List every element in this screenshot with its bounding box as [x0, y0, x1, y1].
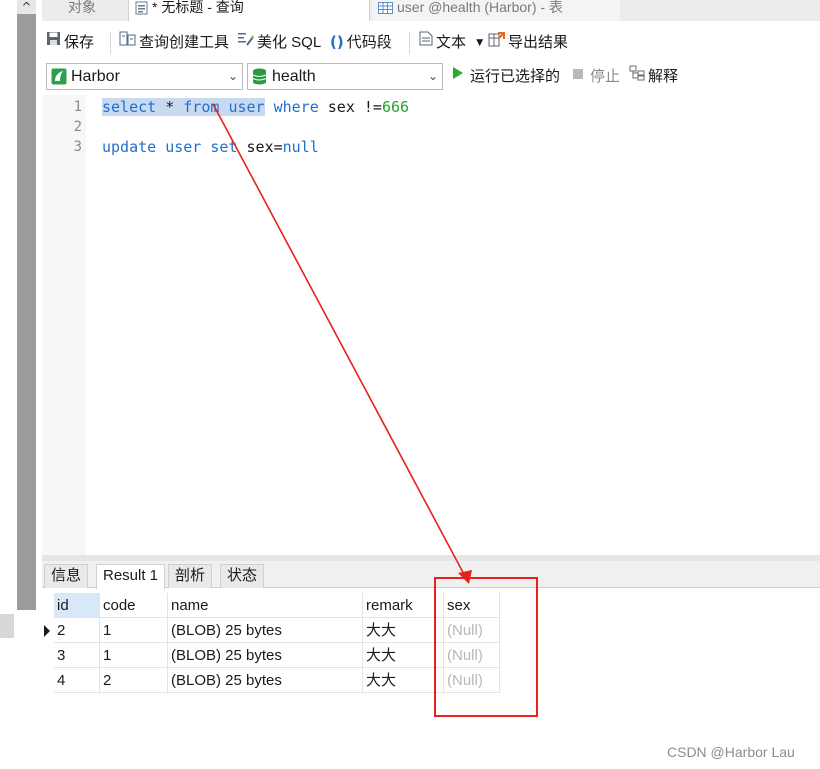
cell-sex[interactable]: (Null) [444, 643, 500, 668]
selected-text: select * from user [102, 98, 265, 116]
beautify-icon [237, 31, 254, 53]
cell-id[interactable]: 4 [54, 668, 100, 693]
watermark: CSDN @Harbor Lau [667, 744, 795, 760]
cell-remark[interactable]: 大大 [363, 643, 444, 668]
database-icon [252, 68, 267, 93]
line-number: 1 [73, 99, 82, 115]
stop-icon [572, 66, 584, 86]
tab-profile[interactable]: 剖析 [168, 564, 213, 588]
chevron-down-icon[interactable]: ⌄ [428, 64, 438, 89]
cell-code[interactable]: 1 [100, 643, 168, 668]
dropdown-caret-icon[interactable]: ▼ [476, 38, 483, 48]
cell-sex[interactable]: (Null) [444, 668, 500, 693]
line-number: 3 [73, 139, 82, 155]
toolbar: 保存 查询创建工具 美化 SQL () 代码段 文本 ▼ 导出结果 [42, 21, 820, 61]
left-panel-edge [0, 0, 17, 769]
tab-label: user @health (Harbor) - 表 [397, 0, 563, 15]
column-header-id[interactable]: id [54, 593, 100, 618]
save-button[interactable]: 保存 [46, 31, 94, 53]
tab-objects[interactable]: 对象 [42, 0, 126, 21]
cell-name[interactable]: (BLOB) 25 bytes [168, 618, 363, 643]
tab-label: 对象 [68, 0, 96, 15]
column-header-remark[interactable]: remark [363, 593, 444, 618]
cell-code[interactable]: 1 [100, 618, 168, 643]
column-header-sex[interactable]: sex [444, 593, 500, 618]
line-number: 2 [73, 119, 82, 135]
tab-query[interactable]: * 无标题 - 查询 [128, 0, 370, 21]
text-icon [419, 31, 433, 52]
cell-sex[interactable]: (Null) [444, 618, 500, 643]
tab-status[interactable]: 状态 [220, 564, 265, 588]
cell-remark[interactable]: 大大 [363, 618, 444, 643]
play-icon [452, 66, 464, 86]
tab-table[interactable]: user @health (Harbor) - 表 [372, 0, 620, 21]
code-snippet-button[interactable]: () 代码段 [330, 33, 392, 53]
tab-label: * 无标题 - 查询 [152, 0, 244, 15]
tab-bar: 对象 * 无标题 - 查询 user @health (Harbor) - 表 [42, 0, 820, 21]
export-results-button[interactable]: 导出结果 [488, 31, 568, 53]
export-icon [488, 31, 505, 53]
table-icon [378, 1, 393, 18]
query-builder-button[interactable]: 查询创建工具 [119, 31, 229, 53]
code-line-1[interactable]: select * from user where sex !=666 [102, 97, 409, 117]
run-selected-button[interactable]: 运行已选择的 [452, 66, 560, 87]
save-icon [46, 31, 61, 52]
result-panel: 信息 Result 1 剖析 状态 id code name remark se… [42, 561, 820, 769]
code-snippet-icon: () [330, 33, 344, 52]
result-tab-bar: 信息 Result 1 剖析 状态 [42, 561, 820, 589]
toolbar-divider [110, 32, 111, 54]
cell-id[interactable]: 2 [54, 618, 100, 643]
column-header-name[interactable]: name [168, 593, 363, 618]
explain-button[interactable]: 解释 [629, 65, 678, 87]
stop-button[interactable]: 停止 [572, 67, 620, 87]
connection-bar: Harbor ⌄ health ⌄ 运行已选择的 停止 解释 [42, 61, 820, 95]
line-number-gutter: 1 2 3 [42, 95, 86, 555]
beautify-sql-button[interactable]: 美化 SQL [237, 31, 321, 53]
cell-name[interactable]: (BLOB) 25 bytes [168, 668, 363, 693]
code-line-3[interactable]: update user set sex=null [102, 137, 319, 157]
sql-editor[interactable]: 1 2 3 select * from user where sex !=666… [42, 95, 820, 555]
left-scrollbar[interactable] [17, 0, 36, 610]
cell-name[interactable]: (BLOB) 25 bytes [168, 643, 363, 668]
database-select[interactable]: health ⌄ [247, 63, 443, 90]
query-builder-icon [119, 31, 136, 52]
current-row-pointer-icon [44, 625, 50, 637]
explain-icon [629, 65, 645, 87]
toolbar-divider [409, 32, 410, 54]
cell-id[interactable]: 3 [54, 643, 100, 668]
text-button[interactable]: 文本 ▼ [419, 31, 483, 53]
cell-code[interactable]: 2 [100, 668, 168, 693]
cell-remark[interactable]: 大大 [363, 668, 444, 693]
left-panel-tab-stub [0, 614, 14, 638]
scroll-up-icon[interactable]: ^ [17, 0, 36, 14]
column-header-code[interactable]: code [100, 593, 168, 618]
connection-icon [51, 68, 67, 93]
tab-info[interactable]: 信息 [44, 564, 89, 588]
tab-result-1[interactable]: Result 1 [96, 564, 166, 589]
query-icon [135, 1, 148, 18]
chevron-down-icon[interactable]: ⌄ [228, 64, 238, 89]
connection-select[interactable]: Harbor ⌄ [46, 63, 243, 90]
